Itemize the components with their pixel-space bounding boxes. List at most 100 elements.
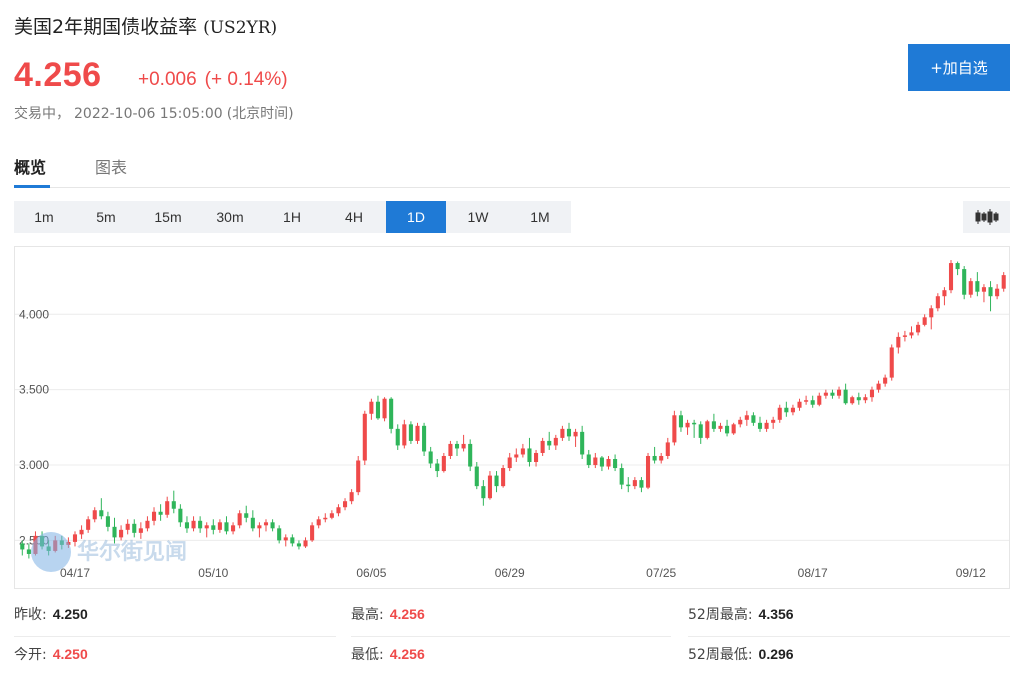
candle-body — [369, 401, 374, 414]
candle-body — [843, 389, 848, 404]
tab-overview[interactable]: 概览 — [14, 154, 46, 178]
candle-body — [632, 480, 637, 487]
candle-body — [441, 455, 446, 472]
candle-body — [501, 468, 506, 487]
candle-body — [454, 443, 460, 449]
stat-value: 4.250 — [52, 646, 88, 662]
candle-body — [797, 401, 802, 408]
candle-body — [382, 398, 387, 419]
period-15m[interactable]: 15m — [138, 201, 198, 233]
candle-body — [955, 263, 960, 270]
watermark-logo: 华尔街见闻 — [31, 532, 187, 572]
candle-body — [566, 428, 572, 437]
stat-value: 4.256 — [389, 646, 425, 662]
chart-area[interactable]: 4.0003.5003.0002.50004/1705/1006/0506/29… — [14, 246, 1010, 589]
stat-high: 最高: 4.256 — [351, 597, 671, 637]
candle-body — [257, 525, 262, 529]
candle-body — [909, 332, 914, 336]
candle-body — [217, 522, 222, 530]
y-tick-label: 3.000 — [19, 458, 49, 472]
period-1w[interactable]: 1W — [448, 201, 508, 233]
candle-body — [138, 528, 143, 533]
stats-row: 昨收: 4.250 最高: 4.256 52周最高: 4.356 — [14, 597, 1010, 637]
period-4h[interactable]: 4H — [324, 201, 384, 233]
candle-body — [204, 525, 209, 529]
candle-body — [145, 520, 150, 529]
candle-body — [540, 440, 545, 453]
candle-body — [804, 400, 809, 402]
candle-body — [158, 511, 163, 515]
candle-body — [26, 549, 31, 554]
candle-body — [975, 281, 980, 292]
candle-body — [599, 457, 604, 467]
candle-body — [178, 508, 183, 523]
period-30m[interactable]: 30m — [200, 201, 260, 233]
candle-body — [896, 336, 901, 348]
stat-52w-low: 52周最低: 0.296 — [688, 637, 1010, 676]
add-watchlist-button[interactable]: +加自选 — [908, 44, 1010, 91]
stat-value: 4.250 — [52, 606, 88, 622]
candle-body — [448, 443, 453, 456]
candle-body — [487, 475, 492, 499]
trading-status: 交易中， 2022-10-06 15:05:00 (北京时间) — [14, 103, 294, 123]
candle-body — [389, 398, 394, 429]
candle-body — [263, 522, 269, 526]
x-tick-label: 06/29 — [495, 566, 525, 580]
candle-body — [191, 520, 196, 529]
candle-body — [922, 317, 927, 325]
candle-body — [988, 287, 993, 297]
page-title: 美国2年期国债收益率 (US2YR) — [14, 12, 277, 39]
period-5m[interactable]: 5m — [76, 201, 136, 233]
candle-body — [86, 519, 91, 530]
candle-body — [942, 290, 947, 297]
candle-body — [547, 440, 552, 446]
candle-body — [725, 425, 730, 434]
status-timezone: (北京时间) — [226, 106, 294, 122]
candle-body — [560, 428, 565, 438]
candle-body — [105, 516, 110, 527]
candle-body — [718, 425, 723, 429]
candle-body — [659, 455, 664, 461]
candle-body — [962, 269, 967, 295]
candlestick-chart[interactable]: 4.0003.5003.0002.50004/1705/1006/0506/29… — [15, 247, 1009, 588]
candle-body — [349, 492, 354, 502]
candle-body — [375, 401, 381, 419]
candle-body — [119, 529, 124, 538]
candle-body — [303, 540, 308, 547]
candle-body — [902, 335, 907, 337]
candle-body — [494, 475, 499, 487]
candle-body — [652, 455, 657, 461]
x-tick-label: 06/05 — [356, 566, 386, 580]
candle-body — [198, 520, 203, 529]
candle-body — [527, 448, 532, 463]
price-change: +0.006 (+ 0.14%) — [138, 69, 288, 91]
period-1d[interactable]: 1D — [386, 201, 446, 233]
candle-body — [784, 407, 789, 413]
candle-body — [586, 454, 591, 466]
candle-body — [744, 415, 749, 420]
candle-body — [757, 422, 763, 429]
candle-body — [20, 543, 25, 550]
period-1h[interactable]: 1H — [262, 201, 322, 233]
watermark-text: 华尔街见闻 — [77, 539, 187, 565]
chart-type-button[interactable] — [963, 201, 1010, 233]
candle-body — [224, 522, 229, 532]
candle-body — [613, 459, 618, 469]
current-price: 4.256 — [14, 56, 102, 94]
candle-body — [250, 517, 255, 529]
tab-chart[interactable]: 图表 — [95, 154, 127, 178]
period-1m[interactable]: 1m — [14, 201, 74, 233]
candle-body — [408, 424, 413, 441]
candle-body — [863, 397, 868, 401]
candle-body — [402, 424, 407, 446]
active-tab-indicator — [14, 185, 50, 188]
candle-body — [593, 457, 598, 466]
candle-body — [362, 413, 367, 461]
candle-body — [948, 263, 954, 291]
change-value: +0.006 — [138, 69, 197, 90]
candle-body — [678, 415, 684, 428]
status-text: 交易中， — [14, 106, 70, 122]
candle-body — [751, 415, 756, 423]
period-1mo[interactable]: 1M — [510, 201, 570, 233]
candle-body — [777, 407, 782, 420]
